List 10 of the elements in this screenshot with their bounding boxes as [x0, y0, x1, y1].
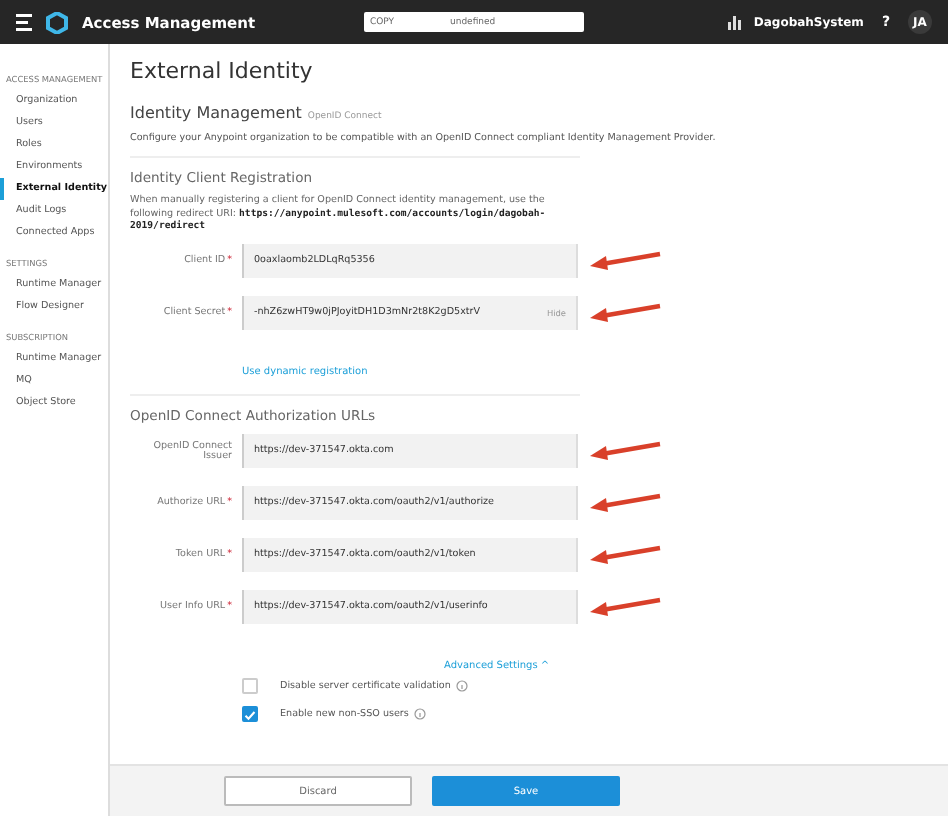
page-title: External Identity: [130, 58, 315, 84]
organization-icon: [727, 14, 742, 30]
hexagon-logo-icon: [46, 11, 68, 33]
info-icon: [414, 708, 427, 721]
section-title: Identity Management: [130, 104, 302, 122]
menu-icon[interactable]: [16, 12, 32, 32]
check-icon: [244, 707, 256, 722]
checkbox[interactable]: [242, 678, 258, 695]
checkbox[interactable]: [242, 706, 258, 723]
info-icon: [456, 680, 469, 693]
